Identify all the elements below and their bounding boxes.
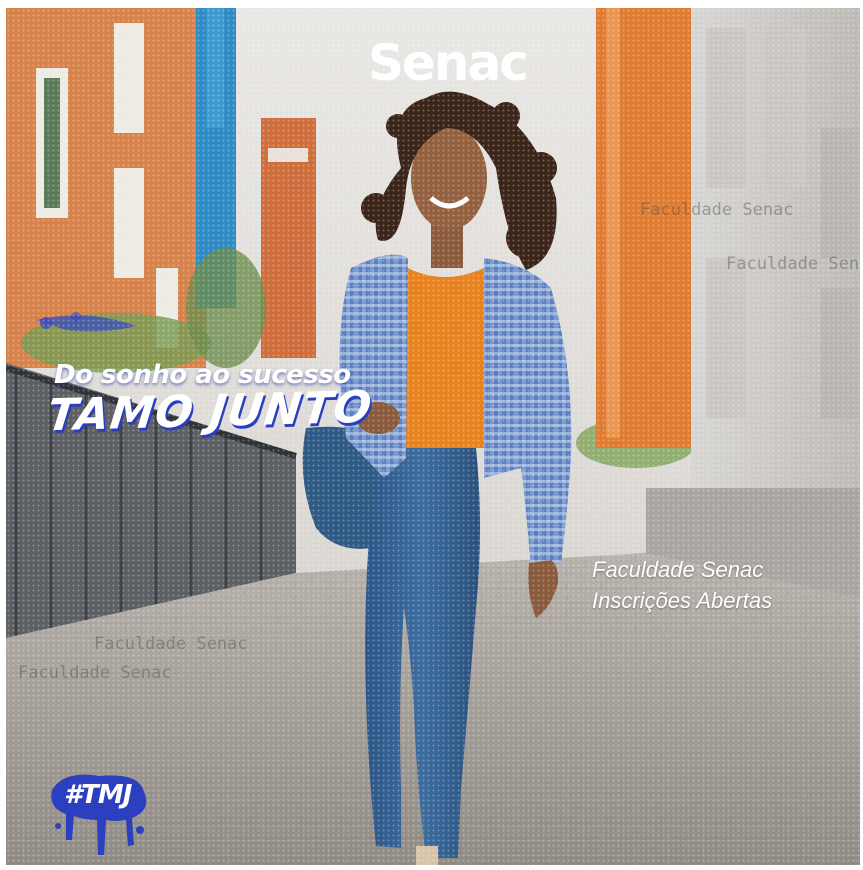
tagline: TAMO JUNTO — [44, 381, 375, 442]
enrollment-info: Faculdade Senac Inscrições Abertas — [592, 554, 772, 616]
stamp-text: Faculdade Senac — [640, 200, 794, 220]
info-line-college: Faculdade Senac — [592, 557, 764, 582]
senac-logo: Senac — [368, 34, 529, 92]
hashtag-text: #TMJ — [64, 780, 132, 810]
stamp-text: Faculdade Senac — [94, 634, 248, 654]
info-line-enrollment: Inscrições Abertas — [592, 588, 773, 613]
hashtag-badge: #TMJ — [44, 770, 154, 860]
promo-poster: Faculdade Senac Faculdade Senac Faculdad… — [6, 8, 860, 865]
stamp-text: Faculdade Senac — [18, 663, 172, 683]
stamp-text: Faculdade Senac — [726, 254, 860, 274]
